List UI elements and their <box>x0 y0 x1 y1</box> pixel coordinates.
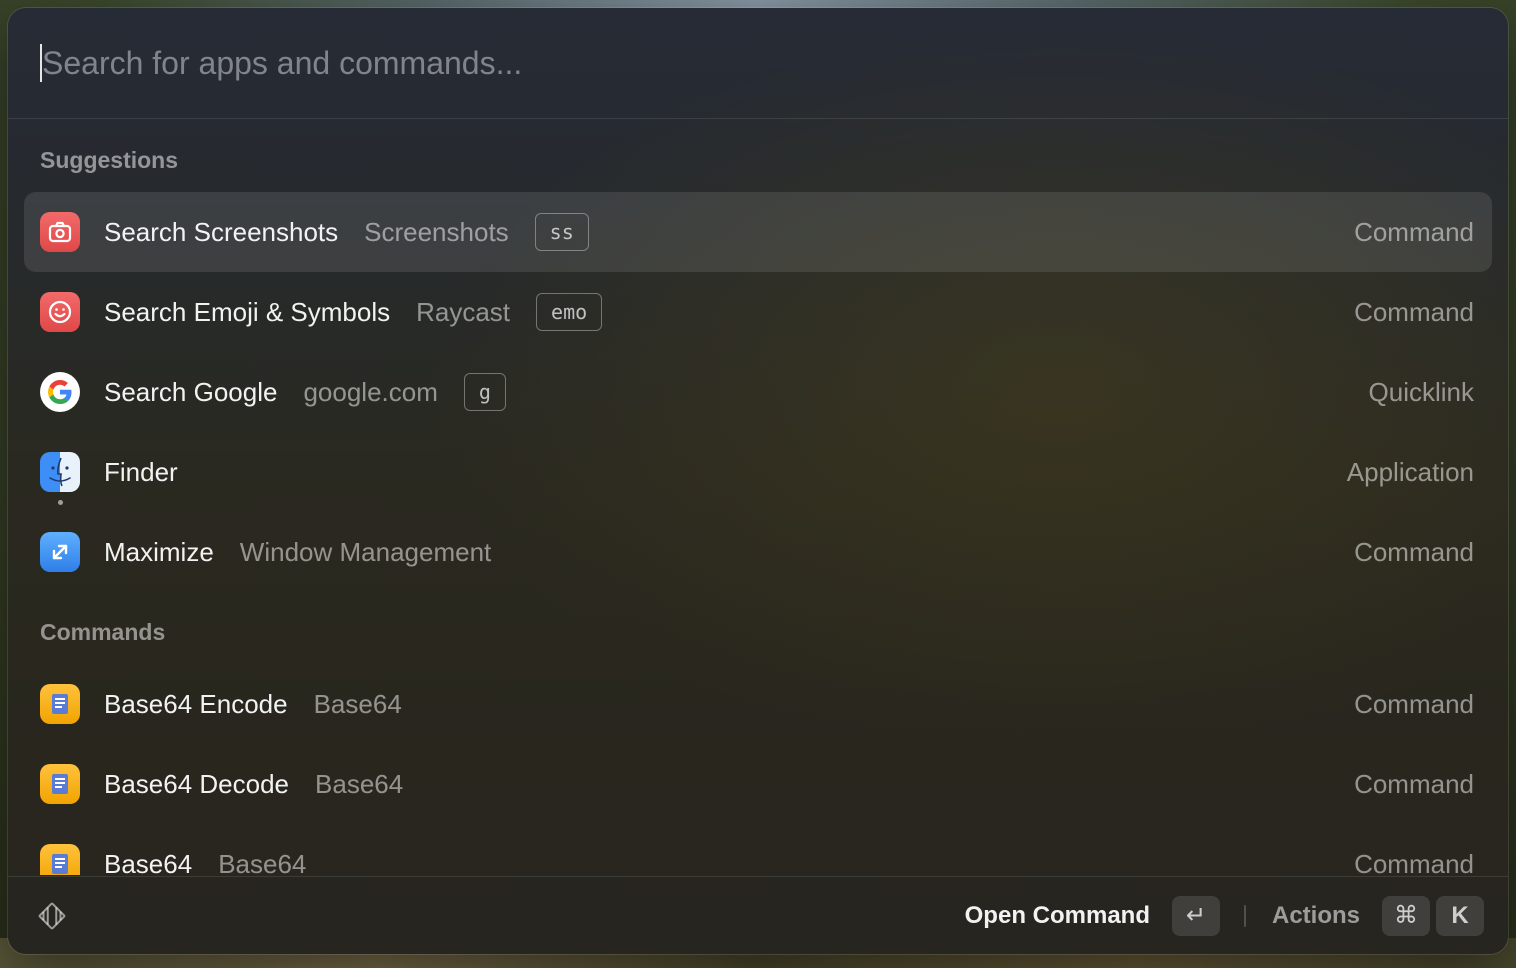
list-item-maximize[interactable]: Maximize Window Management Command <box>24 512 1492 592</box>
maximize-icon <box>40 532 80 572</box>
item-title: Base64 Encode <box>104 688 288 719</box>
section-title-suggestions: Suggestions <box>40 147 179 173</box>
list-item-base64-decode[interactable]: Base64 Decode Base64 Command <box>24 744 1492 824</box>
actions-button[interactable]: Actions <box>1272 902 1360 930</box>
item-kind: Application <box>1346 456 1474 487</box>
results-list[interactable]: Suggestions Search Screenshots Screensho… <box>8 119 1508 875</box>
search-bar[interactable] <box>8 8 1508 119</box>
item-kind: Command <box>1354 688 1474 719</box>
item-subtitle: Screenshots <box>364 216 509 247</box>
search-input[interactable] <box>42 44 1242 82</box>
open-command-button[interactable]: Open Command <box>965 902 1150 930</box>
item-subtitle: Base64 <box>315 768 404 799</box>
item-kind: Quicklink <box>1368 376 1474 407</box>
k-key: K <box>1436 895 1484 936</box>
google-icon <box>40 372 80 412</box>
alias-badge: ss <box>534 213 589 251</box>
item-title: Maximize <box>104 536 214 567</box>
list-item-search-emoji[interactable]: Search Emoji & Symbols Raycast emo Comma… <box>24 272 1492 352</box>
alias-badge: emo <box>536 293 603 331</box>
base64-icon <box>40 684 80 724</box>
item-kind: Command <box>1354 536 1474 567</box>
item-subtitle: Raycast <box>416 296 511 327</box>
base64-icon <box>40 764 80 804</box>
alias-badge: g <box>463 373 506 411</box>
list-item-base64-encode[interactable]: Base64 Encode Base64 Command <box>24 664 1492 744</box>
item-title: Finder <box>104 456 178 487</box>
raycast-launcher-window: Suggestions Search Screenshots Screensho… <box>8 8 1508 954</box>
item-subtitle: Base64 <box>218 848 307 876</box>
command-key-icon: ⌘ <box>1382 895 1430 936</box>
list-item-base64[interactable]: Base64 Base64 Command <box>24 824 1492 875</box>
item-subtitle: google.com <box>303 376 438 407</box>
item-title: Base64 <box>104 848 193 876</box>
list-item-finder[interactable]: Finder Application <box>24 432 1492 512</box>
base64-icon <box>40 844 80 875</box>
action-bar: Open Command ↵ Actions ⌘ K <box>8 876 1508 954</box>
running-indicator <box>58 500 63 505</box>
item-subtitle: Base64 <box>313 688 402 719</box>
smiley-icon <box>40 292 80 332</box>
item-kind: Command <box>1354 216 1474 247</box>
list-item-search-google[interactable]: Search Google google.com g Quicklink <box>24 352 1492 432</box>
section-title-commands: Commands <box>40 619 166 645</box>
item-title: Search Google <box>104 376 278 407</box>
item-subtitle: Window Management <box>239 536 492 567</box>
raycast-logo-icon[interactable] <box>32 896 72 936</box>
footer-divider <box>1243 904 1246 927</box>
item-kind: Command <box>1354 848 1474 876</box>
item-title: Search Emoji & Symbols <box>104 296 391 327</box>
enter-key-icon: ↵ <box>1171 895 1220 936</box>
finder-icon <box>40 452 80 505</box>
item-kind: Command <box>1354 768 1474 799</box>
item-title: Search Screenshots <box>104 216 339 247</box>
item-kind: Command <box>1354 296 1474 327</box>
list-item-search-screenshots[interactable]: Search Screenshots Screenshots ss Comman… <box>24 192 1492 272</box>
camera-icon <box>40 212 80 252</box>
item-title: Base64 Decode <box>104 768 290 799</box>
